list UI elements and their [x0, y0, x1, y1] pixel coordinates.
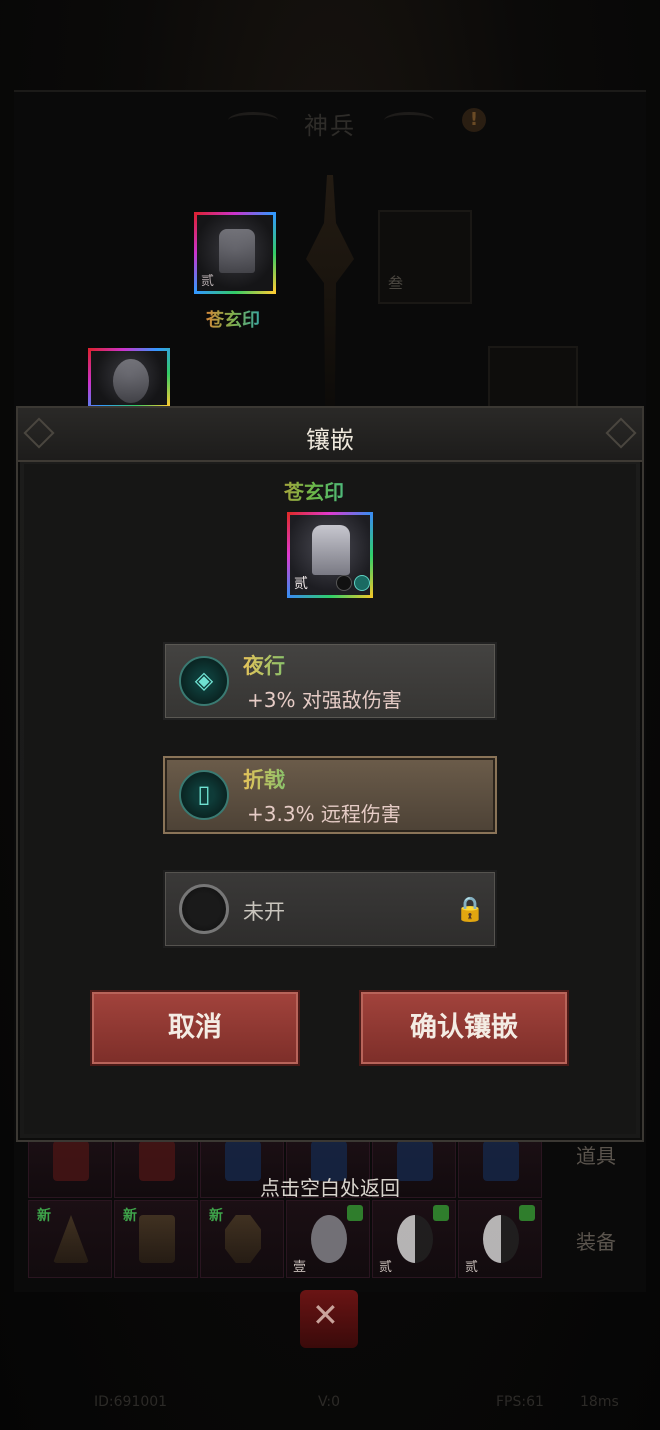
item-card[interactable]: 贰: [287, 512, 373, 598]
seal-icon: [219, 229, 255, 273]
item-tier: 贰: [465, 1260, 479, 1275]
screen-title: 神兵: [304, 112, 356, 140]
tap-empty-to-return-hint: 点击空白处返回: [260, 1176, 400, 1200]
confirm-inlay-button[interactable]: 确认镶嵌: [359, 990, 569, 1066]
tab-equipment[interactable]: 装备: [576, 1226, 616, 1255]
empty-socket-icon: [336, 575, 352, 591]
yin-yang-icon: [397, 1215, 433, 1263]
item-tier: 贰: [294, 576, 308, 592]
latency: 18ms: [580, 1394, 619, 1410]
gem-option-night-walk[interactable]: ◈ 夜行 +3% 对强敌伤害: [163, 642, 497, 720]
night-rune-icon: ◈: [179, 656, 229, 706]
equipped-pearl-slot[interactable]: [88, 348, 170, 408]
gem-effect: +3.3% 远程伤害: [247, 802, 401, 826]
inventory-cell[interactable]: 新: [114, 1200, 198, 1278]
broken-halberd-rune-icon: ▯: [179, 770, 229, 820]
pearl-icon: [311, 1215, 347, 1263]
gift-icon: [519, 1205, 535, 1221]
item-tier: 壹: [293, 1260, 307, 1275]
seal-icon: [312, 525, 350, 575]
empty-socket-icon: [179, 884, 229, 934]
new-tag: 新: [209, 1208, 223, 1224]
triangle-rune-icon: [53, 1215, 89, 1263]
equipped-seal-slot[interactable]: 贰: [194, 212, 276, 294]
pearl-icon: [113, 359, 149, 403]
inventory-cell[interactable]: 壹: [286, 1200, 370, 1278]
forge-button[interactable]: ✕: [300, 1290, 358, 1348]
gem-effect: +3% 对强敌伤害: [247, 688, 402, 712]
dialog-title: 镶嵌: [306, 426, 354, 454]
item-name: 苍玄印: [0, 476, 628, 505]
cancel-button[interactable]: 取消: [90, 990, 300, 1066]
lock-icon: 🔒: [455, 895, 485, 923]
inventory-cell[interactable]: 贰: [458, 1200, 542, 1278]
tab-items[interactable]: 道具: [576, 1140, 616, 1169]
inventory-cell[interactable]: 贰: [372, 1200, 456, 1278]
slot-label: 叁: [388, 274, 404, 292]
crossed-hammers-icon: ✕: [312, 1296, 339, 1334]
octagon-rune-icon: [225, 1215, 261, 1263]
yin-yang-icon: [483, 1215, 519, 1263]
equipped-item-name: 苍玄印: [206, 306, 260, 332]
item-tier: 贰: [379, 1260, 393, 1275]
tablet-rune-icon: [139, 1215, 175, 1263]
locked-label: 未开: [243, 900, 285, 924]
inventory-cell[interactable]: 新: [200, 1200, 284, 1278]
fps-counter: FPS:61: [496, 1394, 544, 1410]
new-tag: 新: [123, 1208, 137, 1224]
empty-slot[interactable]: [488, 346, 578, 410]
version: V:0: [318, 1394, 341, 1410]
gem-socket-icon: [354, 575, 370, 591]
gift-icon: [347, 1205, 363, 1221]
gem-name: 夜行: [243, 650, 285, 680]
gem-name: 折戟: [243, 764, 285, 794]
new-tag: 新: [37, 1208, 51, 1224]
inventory-cell[interactable]: 新: [28, 1200, 112, 1278]
dialog-header: 镶嵌: [18, 408, 642, 462]
gift-icon: [433, 1205, 449, 1221]
item-tier: 贰: [201, 274, 215, 289]
gem-option-broken-halberd[interactable]: ▯ 折戟 +3.3% 远程伤害: [163, 756, 497, 834]
gem-slot-locked[interactable]: 未开 🔒: [163, 870, 497, 948]
info-icon[interactable]: !: [462, 108, 486, 132]
player-id: ID:691001: [94, 1394, 168, 1410]
